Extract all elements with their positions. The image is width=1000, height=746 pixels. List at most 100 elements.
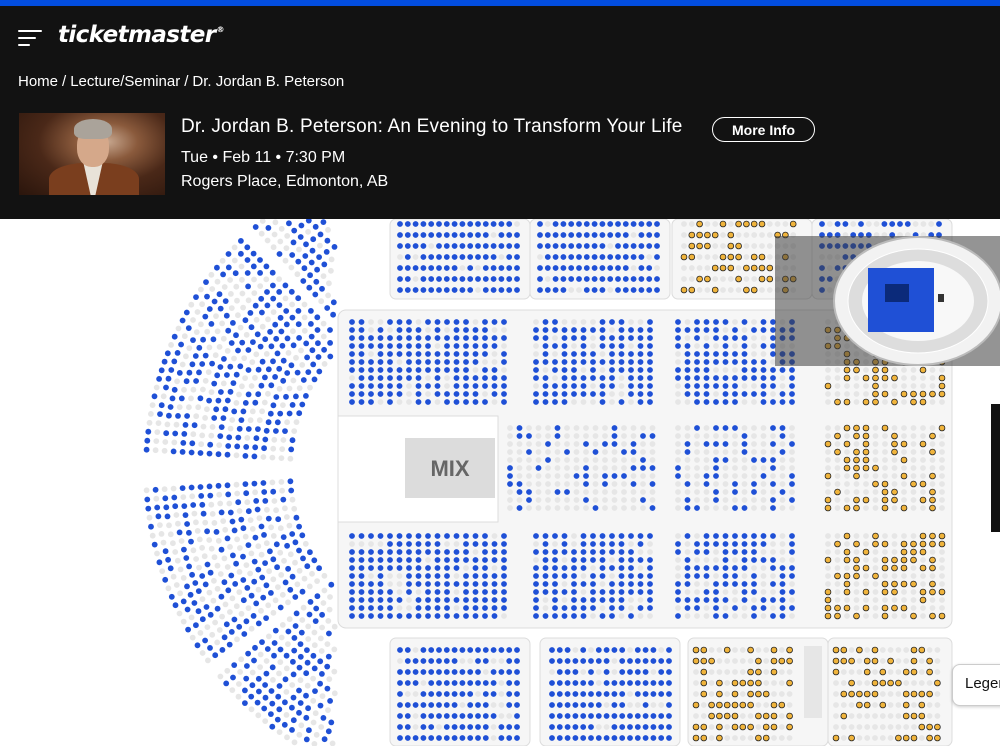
available-seat xyxy=(255,426,261,432)
available-seat xyxy=(315,340,321,347)
resale-seat xyxy=(891,556,898,564)
available-seat xyxy=(274,564,280,571)
resale-seat xyxy=(824,604,832,612)
available-seat xyxy=(463,613,469,619)
available-seat xyxy=(576,243,582,249)
unavailable-seat xyxy=(834,457,841,463)
unavailable-seat xyxy=(882,383,888,389)
available-seat xyxy=(425,533,431,539)
unavailable-seat xyxy=(561,557,568,563)
breadcrumb-performer[interactable]: Dr. Jordan B. Peterson xyxy=(192,73,344,90)
unavailable-seat xyxy=(901,425,907,431)
available-seat xyxy=(658,669,665,675)
available-seat xyxy=(459,724,466,730)
unavailable-seat xyxy=(872,425,879,431)
available-seat xyxy=(599,533,606,539)
resale-seat xyxy=(786,657,793,665)
available-seat xyxy=(590,359,596,365)
unavailable-seat xyxy=(926,702,933,708)
resale-seat xyxy=(778,701,786,709)
available-seat xyxy=(694,505,700,511)
available-seat xyxy=(537,243,543,249)
unavailable-seat xyxy=(611,449,618,455)
available-seat xyxy=(482,276,489,282)
unavailable-seat xyxy=(637,319,644,325)
available-seat xyxy=(482,691,489,697)
unavailable-seat xyxy=(199,544,206,551)
resale-seat xyxy=(910,398,917,406)
available-seat xyxy=(568,276,575,282)
unavailable-seat xyxy=(177,566,184,573)
unavailable-seat xyxy=(251,290,258,296)
breadcrumb-category[interactable]: Lecture/Seminar xyxy=(70,73,180,90)
available-seat xyxy=(270,282,276,289)
unavailable-seat xyxy=(242,375,249,381)
available-seat xyxy=(404,713,411,719)
available-seat xyxy=(259,309,265,316)
unavailable-seat xyxy=(872,724,878,730)
unavailable-seat xyxy=(929,597,936,603)
available-seat xyxy=(637,391,644,397)
resale-seat xyxy=(708,657,715,665)
more-info-button[interactable]: More Info xyxy=(712,117,815,142)
available-seat xyxy=(453,343,460,349)
available-seat xyxy=(732,573,738,579)
available-seat xyxy=(615,287,621,293)
available-seat xyxy=(552,265,559,271)
available-seat xyxy=(243,490,250,497)
available-seat xyxy=(451,221,458,227)
available-seat xyxy=(658,658,665,664)
unavailable-seat xyxy=(833,680,839,686)
available-seat xyxy=(789,481,795,487)
available-seat xyxy=(637,573,644,579)
resale-seat xyxy=(919,596,927,604)
legend-button[interactable]: Legend xyxy=(952,664,1000,706)
resale-seat xyxy=(853,572,860,580)
available-seat xyxy=(684,557,691,563)
unavailable-seat xyxy=(727,276,734,282)
available-seat xyxy=(230,320,236,326)
available-seat xyxy=(163,430,170,437)
available-seat xyxy=(169,395,176,402)
resale-seat xyxy=(843,588,851,596)
unavailable-seat xyxy=(789,581,795,587)
unavailable-seat xyxy=(901,465,907,471)
available-seat xyxy=(420,658,427,664)
breadcrumb-home[interactable]: Home xyxy=(18,73,58,90)
available-seat xyxy=(425,597,431,603)
available-seat xyxy=(491,573,498,579)
available-seat xyxy=(293,610,300,617)
available-seat xyxy=(463,399,469,405)
unavailable-seat xyxy=(611,658,618,664)
unavailable-seat xyxy=(544,221,551,227)
available-seat xyxy=(552,367,558,373)
venue-minimap[interactable] xyxy=(775,236,1000,366)
menu-icon[interactable] xyxy=(18,30,42,48)
resale-seat xyxy=(862,374,870,382)
panel-toggle[interactable] xyxy=(991,404,1000,532)
available-seat xyxy=(181,503,188,509)
available-seat xyxy=(463,383,469,389)
resale-seat xyxy=(680,253,688,261)
unavailable-seat xyxy=(283,665,290,672)
available-seat xyxy=(283,308,290,314)
available-seat xyxy=(396,533,403,539)
unavailable-seat xyxy=(901,489,907,495)
unavailable-seat xyxy=(766,254,773,260)
unavailable-seat xyxy=(732,589,738,595)
minimap-overview[interactable] xyxy=(775,236,1000,366)
resale-seat xyxy=(711,286,719,294)
available-seat xyxy=(451,254,458,260)
resale-seat xyxy=(926,690,933,698)
available-seat xyxy=(304,354,310,361)
unavailable-seat xyxy=(564,425,570,431)
available-seat xyxy=(599,276,606,282)
available-seat xyxy=(583,441,589,447)
event-title: Dr. Jordan B. Peterson: An Evening to Tr… xyxy=(181,116,683,137)
unavailable-seat xyxy=(722,505,729,511)
ticketmaster-logo[interactable]: ticketmaster® xyxy=(58,22,225,48)
resale-seat xyxy=(891,398,898,406)
available-seat xyxy=(387,589,393,595)
available-seat xyxy=(732,481,738,487)
unavailable-seat xyxy=(901,497,907,503)
